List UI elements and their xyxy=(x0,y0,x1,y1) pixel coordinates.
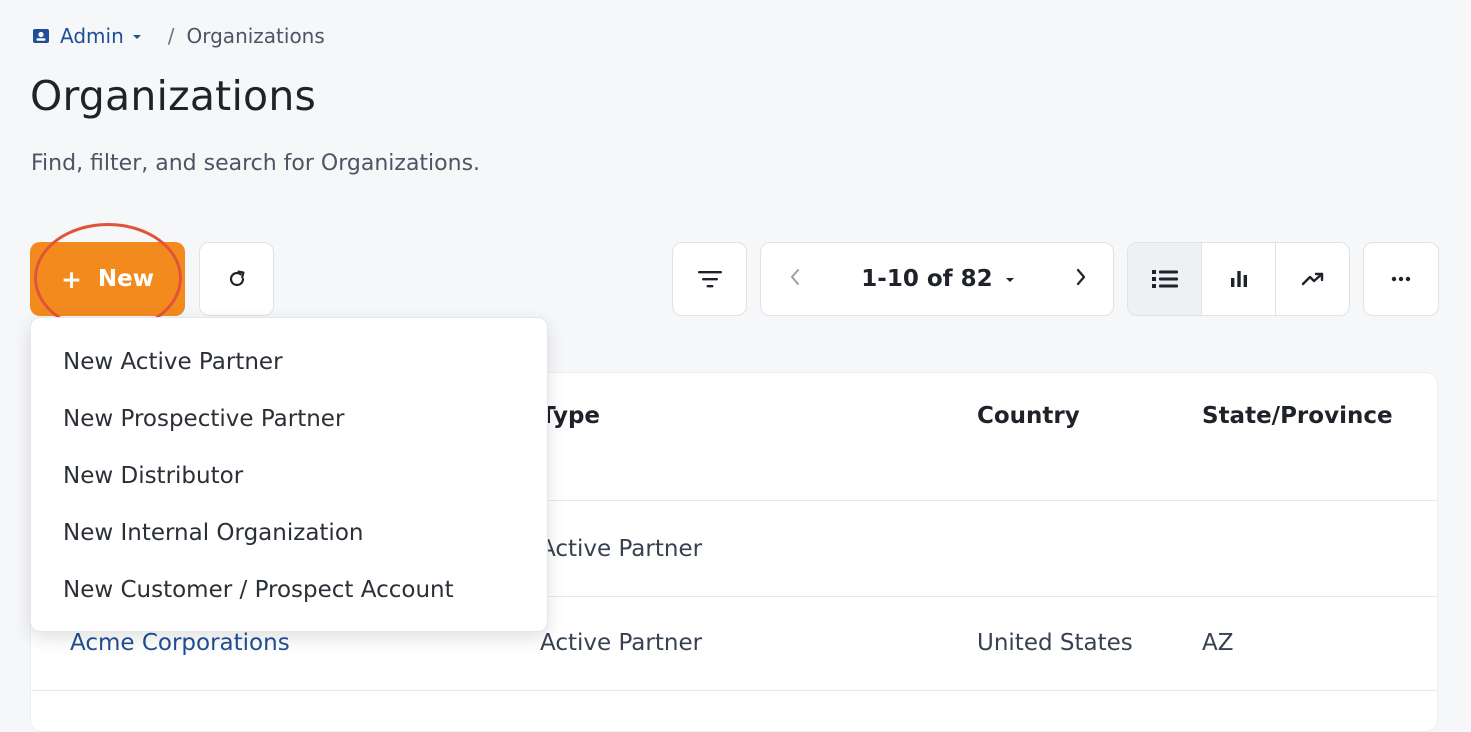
menu-item-new-customer-prospect-account[interactable]: New Customer / Prospect Account xyxy=(31,562,547,619)
breadcrumb-current: Organizations xyxy=(186,24,325,48)
page-title: Organizations xyxy=(30,72,317,120)
breadcrumb-admin[interactable]: Admin xyxy=(32,24,152,48)
more-icon xyxy=(1391,276,1411,282)
chevron-right-icon[interactable] xyxy=(1075,268,1087,290)
bar-chart-icon xyxy=(1230,271,1247,287)
pager-range-select[interactable]: 1-10 of 82 xyxy=(861,266,1014,292)
new-dropdown-menu: New Active Partner New Prospective Partn… xyxy=(30,317,548,632)
column-header-state[interactable]: State/Province xyxy=(1202,403,1393,429)
breadcrumb-separator: / xyxy=(167,24,175,48)
plus-icon: + xyxy=(60,264,82,294)
menu-item-new-internal-organization[interactable]: New Internal Organization xyxy=(31,505,547,562)
new-button[interactable]: + New xyxy=(30,242,185,316)
page-subtitle: Find, filter, and search for Organizatio… xyxy=(31,151,481,176)
list-view-icon xyxy=(1151,270,1178,288)
caret-down-icon xyxy=(1005,278,1014,282)
chart-view-button[interactable] xyxy=(1202,243,1276,315)
pager-range-label: 1-10 of 82 xyxy=(861,266,993,292)
chevron-left-icon[interactable] xyxy=(789,268,801,290)
row-2-state: AZ xyxy=(1202,630,1234,656)
view-switcher xyxy=(1127,242,1350,316)
breadcrumb: Admin / Organizations xyxy=(32,22,325,50)
row-divider xyxy=(31,690,1437,691)
menu-item-new-prospective-partner[interactable]: New Prospective Partner xyxy=(31,391,547,448)
list-view-button[interactable] xyxy=(1128,243,1202,315)
filter-button[interactable] xyxy=(672,242,747,316)
row-2-type: Active Partner xyxy=(540,630,703,656)
contact-card-icon xyxy=(33,29,49,43)
menu-item-new-active-partner[interactable]: New Active Partner xyxy=(31,334,547,391)
pagination: 1-10 of 82 xyxy=(760,242,1114,316)
filter-icon xyxy=(697,271,722,288)
more-button[interactable] xyxy=(1363,242,1439,316)
trend-icon xyxy=(1301,272,1323,286)
menu-item-new-distributor[interactable]: New Distributor xyxy=(31,448,547,505)
refresh-button[interactable] xyxy=(199,242,274,316)
column-header-country[interactable]: Country xyxy=(977,403,1080,429)
new-button-label: New xyxy=(97,266,155,292)
row-1-type: Active Partner xyxy=(540,536,703,562)
trend-view-button[interactable] xyxy=(1276,243,1349,315)
caret-down-icon xyxy=(132,35,141,39)
breadcrumb-admin-label: Admin xyxy=(60,24,124,48)
row-2-name-link[interactable]: Acme Corporations xyxy=(70,630,290,656)
column-header-type[interactable]: Type xyxy=(540,403,600,429)
row-2-country: United States xyxy=(977,630,1133,656)
refresh-icon xyxy=(229,270,244,287)
